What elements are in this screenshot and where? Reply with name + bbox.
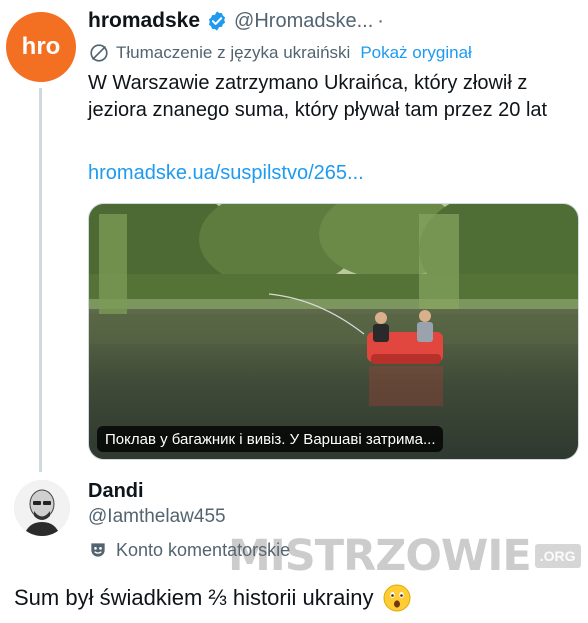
header-separator: · — [377, 9, 384, 32]
verified-badge-icon — [208, 11, 226, 31]
reply-author-handle[interactable]: @Iamthelaw455 — [88, 506, 226, 528]
theater-mask-icon — [91, 543, 105, 557]
author-display-name[interactable]: hromadske — [88, 9, 200, 33]
site-watermark: MISTRZOWIE .ORG — [228, 528, 581, 584]
avatar-logo-text: hro — [21, 33, 61, 60]
tweet-body-text: W Warszawie zatrzymano Ukraińca, który z… — [88, 72, 548, 121]
tweet-video-card[interactable]: Поклав у багажник і вивіз. У Варшаві зат… — [88, 203, 579, 460]
author-handle[interactable]: @Hromadske... — [234, 10, 373, 33]
watermark-text: MISTRZOWIE — [228, 531, 532, 581]
tweet-article-link[interactable]: hromadske.ua/suspilstvo/265... — [88, 162, 364, 185]
translation-note: Tłumaczenie z języka ukraiński — [116, 43, 351, 62]
bald-man-portrait — [14, 480, 70, 536]
translation-bar: Tłumaczenie z języka ukraiński Pokaż ory… — [88, 42, 472, 64]
astonished-face-icon — [383, 584, 411, 612]
reply-body: Sum był świadkiem ⅔ historii ukrainy — [14, 584, 411, 612]
reply-body-text: Sum był świadkiem ⅔ historii ukrainy — [14, 585, 374, 610]
thread-connector-line — [39, 88, 42, 472]
watermark-suffix: .ORG — [534, 544, 581, 568]
video-caption: Поклав у багажник і вивіз. У Варшаві зат… — [97, 426, 444, 452]
translate-icon — [90, 44, 108, 62]
show-original-link[interactable]: Pokaż oryginał — [360, 43, 472, 63]
hromadske-avatar[interactable]: hro — [6, 12, 76, 82]
reply-author-name[interactable]: Dandi — [88, 480, 144, 503]
lake-fishing-photo — [89, 204, 578, 459]
tweet-header: hromadske @Hromadske... · — [88, 6, 384, 36]
dandi-avatar[interactable] — [14, 480, 70, 536]
